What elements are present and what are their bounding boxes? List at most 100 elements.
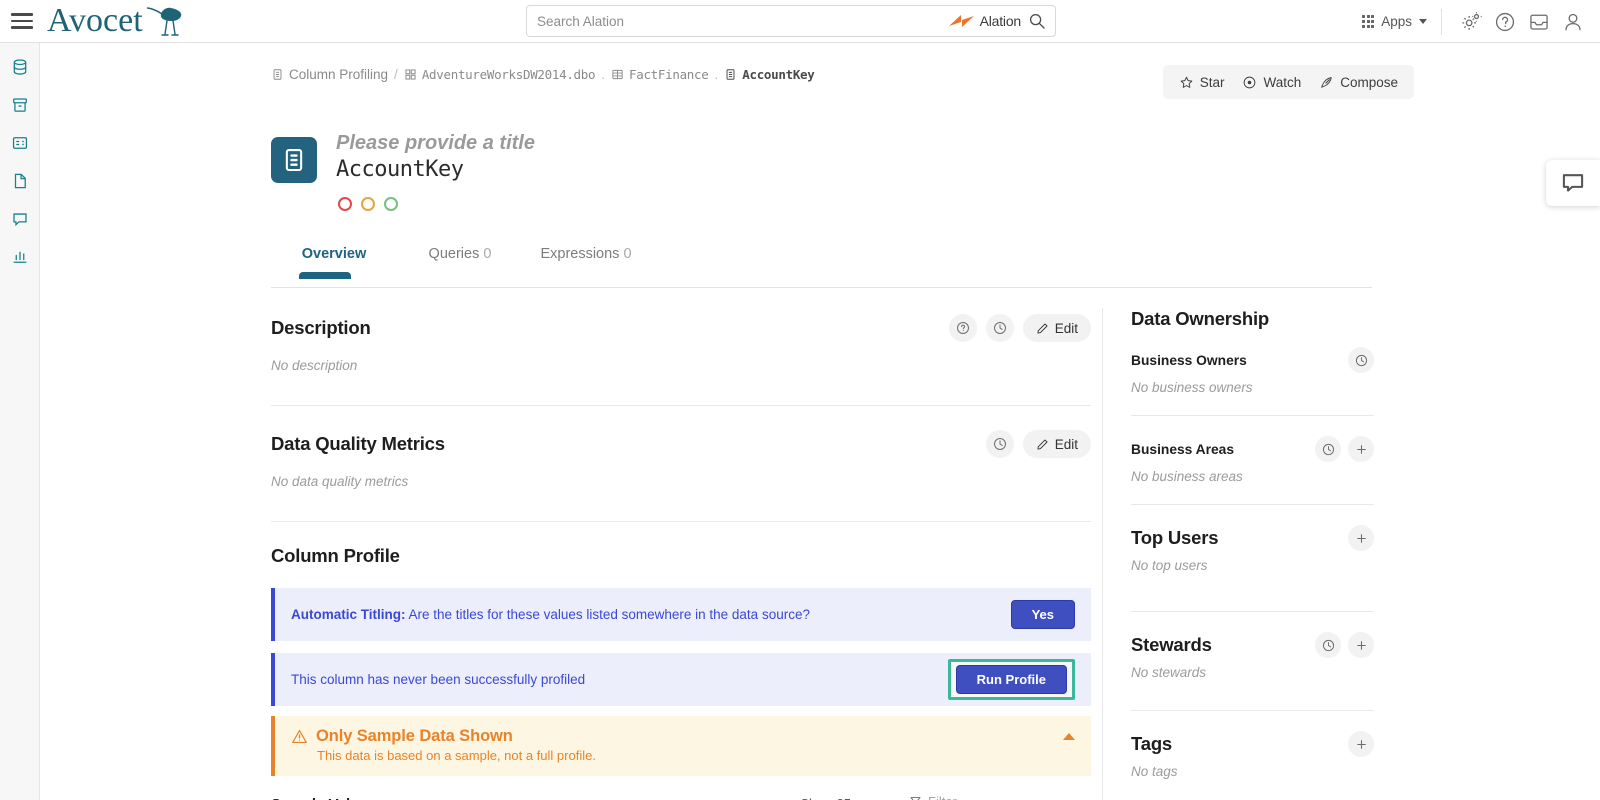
stewards-add-icon[interactable]: [1348, 632, 1374, 658]
top-users-row: Top Users: [1131, 525, 1374, 551]
sample-values-header: Sample Values Show 25 rows: [271, 794, 1091, 800]
eye-icon: [1244, 76, 1256, 88]
tab-expressions[interactable]: Expressions 0: [523, 246, 649, 275]
chat-widget-button[interactable]: [1546, 160, 1600, 206]
data-quality-section-header: Data Quality Metrics Edit: [271, 424, 1091, 464]
show-rows-selector[interactable]: Show 25 rows: [800, 796, 895, 800]
compose-button[interactable]: Compose: [1319, 75, 1398, 90]
breadcrumb-table[interactable]: FactFinance: [611, 67, 709, 82]
search-icon[interactable]: [1029, 13, 1045, 29]
hamburger-menu-icon[interactable]: [11, 13, 33, 29]
tab-overview-label: Overview: [301, 246, 367, 262]
apps-button[interactable]: Apps: [1348, 8, 1442, 35]
help-icon[interactable]: [1488, 5, 1522, 39]
show-rows-label: Show 25 rows: [800, 796, 882, 800]
sidebar-item-documents[interactable]: [6, 167, 34, 195]
run-profile-highlight: Run Profile: [947, 659, 1075, 700]
filter-control[interactable]: [909, 794, 1091, 800]
column-icon: [726, 69, 735, 80]
tags-icons: [1348, 731, 1374, 757]
breadcrumb-table-label: FactFinance: [629, 67, 709, 82]
top-users-add-icon[interactable]: [1348, 525, 1374, 551]
top-users-title: Top Users: [1131, 527, 1219, 548]
description-edit-button[interactable]: Edit: [1022, 314, 1091, 342]
chevron-up-icon[interactable]: [1063, 733, 1075, 740]
description-history-icon[interactable]: [985, 314, 1014, 342]
status-dot-green[interactable]: [384, 196, 398, 211]
alation-brand: Alation: [948, 13, 1021, 29]
page-title: AccountKey: [336, 157, 464, 182]
tags-add-icon[interactable]: [1348, 731, 1374, 757]
tab-queries[interactable]: Queries 0: [397, 246, 523, 275]
description-help-icon[interactable]: [948, 314, 977, 342]
divider: [1131, 710, 1374, 711]
tab-bar: Overview Queries 0 Expressions 0: [271, 246, 1372, 288]
tab-expressions-count: 0: [623, 246, 632, 262]
tab-overview[interactable]: Overview: [271, 246, 397, 279]
tab-expressions-label: Expressions: [540, 246, 620, 262]
data-quality-edit-button[interactable]: Edit: [1022, 430, 1091, 458]
business-areas-icons: [1315, 436, 1374, 462]
top-users-empty: No top users: [1131, 558, 1208, 573]
logo-text: Avocet: [47, 2, 143, 39]
breadcrumb-column-profiling[interactable]: Column Profiling: [271, 67, 388, 82]
never-profiled-banner: This column has never been successfully …: [271, 653, 1091, 706]
sidebar-item-conversations[interactable]: [6, 205, 34, 233]
data-quality-empty-text: No data quality metrics: [271, 474, 409, 489]
sidebar-item-archive[interactable]: [6, 91, 34, 119]
left-sidebar-rail: [0, 43, 40, 800]
description-edit-label: Edit: [1054, 320, 1078, 336]
sidebar-item-glossary[interactable]: [6, 129, 34, 157]
stewards-title: Stewards: [1131, 634, 1212, 655]
run-profile-button[interactable]: Run Profile: [955, 665, 1067, 694]
automatic-titling-banner: Automatic Titling: Are the titles for th…: [271, 588, 1091, 641]
automatic-titling-yes-button[interactable]: Yes: [1010, 600, 1075, 629]
breadcrumb-schema[interactable]: AdventureWorksDW2014.dbo: [404, 67, 596, 82]
sample-values-title: Sample Values: [271, 796, 376, 800]
business-owners-history-icon[interactable]: [1348, 347, 1374, 373]
status-dot-yellow[interactable]: [361, 196, 375, 211]
user-avatar-icon[interactable]: [1556, 5, 1590, 39]
sidebar-item-analytics[interactable]: [6, 243, 34, 271]
sidebar-item-data-sources[interactable]: [6, 53, 34, 81]
description-empty-text: No description: [271, 358, 358, 373]
business-areas-history-icon[interactable]: [1315, 436, 1341, 462]
right-side-panel: Data Ownership Business Owners No busine…: [1102, 308, 1374, 800]
filter-icon: [910, 797, 921, 800]
settings-gear-icon[interactable]: [1454, 5, 1488, 39]
main-content-column: Description Edit No description Data Qua…: [271, 308, 1091, 800]
chevron-down-icon: [1419, 19, 1427, 24]
business-areas-add-icon[interactable]: [1348, 436, 1374, 462]
avocet-bird-icon: [141, 5, 187, 37]
stewards-history-icon[interactable]: [1315, 632, 1341, 658]
divider: [1131, 611, 1374, 612]
status-dot-red[interactable]: [338, 196, 352, 211]
description-section-header: Description Edit: [271, 308, 1091, 348]
business-owners-empty: No business owners: [1131, 380, 1253, 395]
inbox-icon[interactable]: [1522, 5, 1556, 39]
stewards-empty: No stewards: [1131, 665, 1207, 680]
search-input[interactable]: [537, 13, 948, 29]
tab-queries-label: Queries: [428, 246, 480, 262]
automatic-titling-label: Automatic Titling:: [291, 607, 406, 622]
column-profile-title: Column Profile: [271, 545, 400, 566]
sample-data-warning-title-row: Only Sample Data Shown: [291, 727, 596, 746]
title-placeholder[interactable]: Please provide a title: [336, 131, 535, 156]
compose-label: Compose: [1340, 74, 1398, 90]
divider: [271, 521, 1091, 522]
divider: [271, 405, 1091, 406]
pencil-icon: [1037, 322, 1048, 334]
stewards-row: Stewards: [1131, 632, 1374, 658]
watch-button[interactable]: Watch: [1242, 75, 1301, 90]
search-box[interactable]: Alation: [526, 5, 1056, 37]
alation-bowtie-icon: [948, 15, 974, 27]
data-quality-history-icon[interactable]: [985, 430, 1014, 458]
global-search[interactable]: Alation: [526, 5, 1056, 37]
alation-wordmark: Alation: [979, 13, 1022, 29]
sample-data-warning-subtext: This data is based on a sample, not a fu…: [317, 748, 596, 763]
avocet-logo[interactable]: Avocet: [47, 4, 187, 38]
apps-grid-icon: [1362, 15, 1375, 28]
star-button[interactable]: Star: [1179, 75, 1224, 90]
filter-input[interactable]: [928, 794, 1078, 800]
breadcrumb-dot-1: .: [601, 67, 605, 82]
